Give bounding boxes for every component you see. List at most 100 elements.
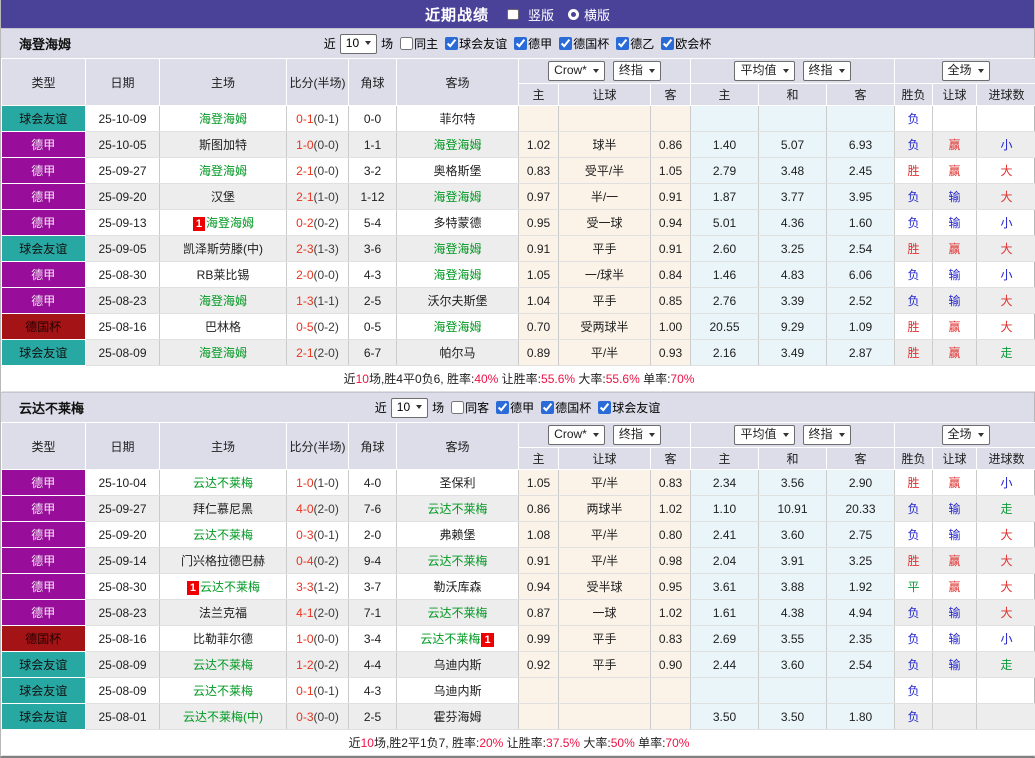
average-select[interactable]: 平均值 (734, 61, 794, 81)
layout-radio-horizontal[interactable]: 横版 (568, 5, 610, 24)
avg-home-odds-cell: 1.46 (691, 262, 759, 288)
corners-cell: 4-3 (349, 262, 397, 288)
corners-cell: 2-0 (349, 522, 397, 548)
league-checkbox-input[interactable] (541, 401, 554, 414)
score-cell: 1-0(0-0) (287, 626, 349, 652)
handicap-line-cell: 一/球半 (559, 262, 651, 288)
away-team-cell: 霍芬海姆 (397, 704, 519, 730)
league-type-cell: 德甲 (2, 548, 86, 574)
summary-label: 近 (344, 372, 356, 386)
column-header: 角球 (349, 59, 397, 106)
league-checkbox[interactable]: 德甲 (489, 399, 534, 416)
near-label: 近 (375, 399, 387, 416)
average-select[interactable]: 平均值 (734, 425, 794, 445)
league-checkbox-input[interactable] (445, 37, 458, 50)
team-name-text: 汉堡 (211, 190, 235, 204)
sub-column-header: 主 (519, 84, 559, 106)
same-venue-checkbox[interactable]: 同客 (444, 399, 489, 416)
table-row: 球会友谊25-08-09海登海姆2-1(2-0)6-7帕尔马0.89平/半0.9… (2, 340, 1035, 366)
half-time-score: (0-2) (314, 320, 339, 334)
corners-cell: 5-4 (349, 210, 397, 236)
handicap-result-cell: 输 (933, 496, 977, 522)
league-type-cell: 德国杯 (2, 626, 86, 652)
avg-home-odds-cell: 2.04 (691, 548, 759, 574)
average-odds-type-select[interactable]: 终指 (803, 61, 851, 81)
handicap-home-odds-cell: 0.70 (519, 314, 559, 340)
home-team-cell: 汉堡 (160, 184, 287, 210)
match-count-select[interactable]: 10 (340, 34, 377, 54)
handicap-line-cell: 平/半 (559, 470, 651, 496)
avg-away-odds-cell: 4.94 (827, 600, 895, 626)
league-checkbox-input[interactable] (559, 37, 572, 50)
full-time-score: 1-3 (296, 294, 313, 308)
corners-cell: 4-3 (349, 678, 397, 704)
chevron-down-icon (978, 433, 984, 437)
league-type-cell: 球会友谊 (2, 678, 86, 704)
league-checkbox[interactable]: 欧会杯 (654, 35, 711, 52)
same-venue-checkbox-input[interactable] (400, 37, 413, 50)
average-odds-type-select[interactable]: 终指 (803, 425, 851, 445)
league-checkbox-input[interactable] (514, 37, 527, 50)
goals-result-cell: 大 (977, 548, 1035, 574)
dropdown-group-header: Crow* 终指 (519, 59, 691, 84)
team-name-text: 海登海姆 (433, 320, 481, 334)
match-count-select[interactable]: 10 (391, 398, 428, 418)
sub-column-header: 胜负 (895, 84, 933, 106)
half-time-score: (0-0) (314, 710, 339, 724)
chevron-down-icon (649, 69, 655, 73)
company-select[interactable]: Crow* (548, 61, 605, 81)
full-time-score: 1-0 (296, 138, 313, 152)
league-checkbox-input[interactable] (598, 401, 611, 414)
games-label: 场 (432, 399, 444, 416)
league-checkbox[interactable]: 德乙 (609, 35, 654, 52)
company-select[interactable]: Crow* (548, 425, 605, 445)
handicap-away-odds-cell: 0.80 (651, 522, 691, 548)
league-checkbox[interactable]: 德甲 (507, 35, 552, 52)
league-checkbox-input[interactable] (661, 37, 674, 50)
company-odds-type-select[interactable]: 终指 (613, 61, 661, 81)
handicap-away-odds-cell: 1.02 (651, 600, 691, 626)
handicap-away-odds-cell: 0.84 (651, 262, 691, 288)
half-time-score: (0-2) (314, 658, 339, 672)
layout-radio-vertical[interactable]: 竖版 (503, 5, 554, 24)
summary-value: 70% (670, 372, 694, 386)
league-checkbox[interactable]: 德国杯 (552, 35, 609, 52)
team-name-text: 奥格斯堡 (433, 164, 481, 178)
same-venue-checkbox-input[interactable] (451, 401, 464, 414)
match-result-cell: 胜 (895, 470, 933, 496)
same-venue-checkbox[interactable]: 同主 (393, 35, 438, 52)
handicap-away-odds-cell: 0.85 (651, 288, 691, 314)
dropdown-group-header: 全场 (895, 59, 1035, 84)
avg-draw-odds-cell: 3.48 (759, 158, 827, 184)
league-checkbox[interactable]: 德国杯 (534, 399, 591, 416)
corners-cell: 4-4 (349, 652, 397, 678)
team-name-text: 云达不莱梅 (420, 632, 480, 646)
red-card-badge: 1 (481, 633, 493, 647)
team-name-text: 海登海姆 (433, 268, 481, 282)
red-card-badge: 1 (187, 581, 199, 595)
corners-cell: 2-5 (349, 704, 397, 730)
team-name-text: 云达不莱梅 (427, 554, 487, 568)
sub-column-header: 让球 (559, 448, 651, 470)
scope-select[interactable]: 全场 (942, 61, 990, 81)
handicap-line-cell: 球半 (559, 132, 651, 158)
corners-cell: 9-4 (349, 548, 397, 574)
league-checkbox[interactable]: 球会友谊 (591, 399, 660, 416)
company-odds-type-select[interactable]: 终指 (613, 425, 661, 445)
score-cell: 0-1(0-1) (287, 106, 349, 132)
full-time-score: 2-1 (296, 346, 313, 360)
league-checkbox[interactable]: 球会友谊 (438, 35, 507, 52)
match-result-cell: 负 (895, 184, 933, 210)
handicap-home-odds-cell: 0.91 (519, 548, 559, 574)
scope-select[interactable]: 全场 (942, 425, 990, 445)
league-type-cell: 德甲 (2, 600, 86, 626)
league-checkbox-input[interactable] (616, 37, 629, 50)
handicap-line-cell: 平/半 (559, 340, 651, 366)
summary-label: 近 (349, 736, 361, 750)
league-checkbox-input[interactable] (496, 401, 509, 414)
handicap-home-odds-cell: 1.08 (519, 522, 559, 548)
summary-label: 大率: (580, 736, 611, 750)
table-row: 德甲25-09-20云达不莱梅0-3(0-1)2-0弗赖堡1.08平/半0.80… (2, 522, 1035, 548)
team-name-text: RB莱比锡 (197, 268, 250, 282)
home-team-cell: 海登海姆 (160, 288, 287, 314)
